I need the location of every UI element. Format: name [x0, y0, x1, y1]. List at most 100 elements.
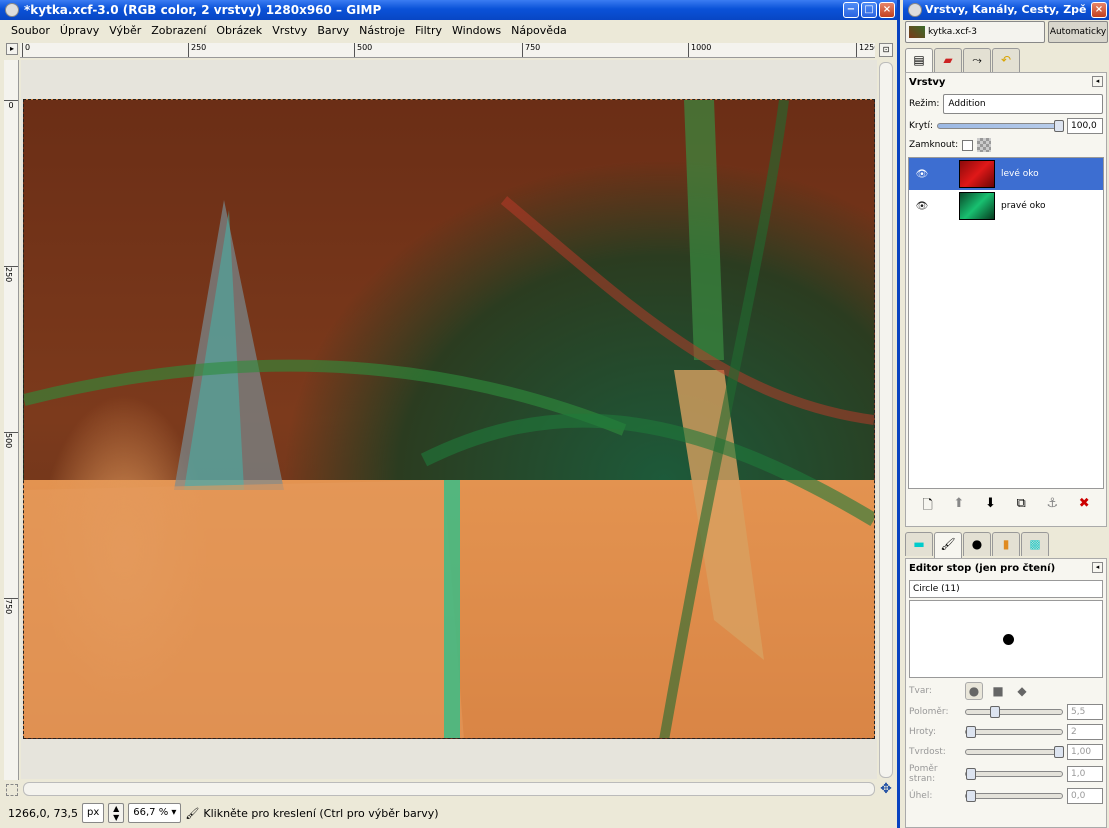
fg-bg-color-tab-icon[interactable]: ▬	[905, 532, 933, 556]
param-value[interactable]: 1,0	[1067, 766, 1103, 782]
layers-panel-title: Vrstvy	[909, 77, 946, 88]
menu-barvy[interactable]: Barvy	[312, 24, 354, 37]
lock-alpha-icon[interactable]	[977, 138, 992, 152]
ruler-label: 0	[4, 100, 18, 110]
dock-titlebar[interactable]: Vrstvy, Kanály, Cesty, Zpě ×	[903, 0, 1109, 20]
param-label: Úhel:	[909, 791, 933, 801]
mode-label: Režim:	[909, 99, 940, 109]
delete-layer-icon[interactable]: ✖	[1079, 496, 1090, 518]
ruler-label: 750	[4, 598, 18, 614]
horizontal-scrollbar[interactable]	[23, 782, 875, 796]
layer-mode-select[interactable]: Addition	[943, 94, 1103, 114]
opacity-slider[interactable]	[937, 120, 1064, 132]
zoom-fit-icon[interactable]: ⊡	[879, 43, 893, 57]
gimp-app-icon[interactable]	[908, 3, 922, 17]
menu-zobrazeni[interactable]: Zobrazení	[146, 24, 211, 37]
layer-thumbnail	[959, 160, 995, 188]
visibility-eye-icon[interactable]: 👁	[915, 201, 929, 212]
brush-preview	[909, 600, 1103, 678]
gradients-tab-icon[interactable]: ▮	[992, 532, 1020, 556]
panel-menu-icon[interactable]: ◂	[1092, 76, 1103, 87]
navigate-icon[interactable]: ✥	[879, 782, 893, 796]
opacity-input[interactable]: 100,0	[1067, 118, 1103, 134]
image-window: *kytka.xcf-3.0 (RGB color, 2 vrstvy) 128…	[0, 0, 900, 828]
new-layer-icon[interactable]: 🗋	[922, 496, 932, 518]
diamond-shape-icon[interactable]: ◆	[1013, 682, 1031, 700]
menu-obrazek[interactable]: Obrázek	[211, 24, 267, 37]
quick-mask-toggle[interactable]	[6, 784, 18, 796]
layer-row[interactable]: 👁 pravé oko	[909, 190, 1103, 222]
param-slider[interactable]	[965, 790, 1063, 802]
param-slider[interactable]	[965, 726, 1063, 738]
image-canvas[interactable]	[23, 99, 875, 739]
brush-editor-panel: Editor stop (jen pro čtení) ◂ Circle (11…	[905, 558, 1107, 828]
pointer-coordinates: 1266,0, 73,5	[8, 806, 78, 820]
raise-layer-icon[interactable]: ⬆	[953, 496, 964, 518]
brush-name-field[interactable]: Circle (11)	[909, 580, 1103, 598]
param-value[interactable]: 5,5	[1067, 704, 1103, 720]
image-thumbnail	[909, 26, 925, 38]
zoom-selector[interactable]: 66,7 % ▾	[128, 803, 182, 823]
shape-label: Tvar:	[909, 686, 932, 696]
minimize-button[interactable]: −	[843, 2, 859, 18]
brush-editor-title: Editor stop (jen pro čtení)	[909, 563, 1056, 574]
horizontal-ruler[interactable]: 0 250 500 750 1000 1250	[20, 43, 875, 58]
square-shape-icon[interactable]: ■	[989, 682, 1007, 700]
menu-nastroje[interactable]: Nástroje	[354, 24, 410, 37]
ruler-label: 250	[188, 43, 206, 57]
menu-napoveda[interactable]: Nápověda	[506, 24, 572, 37]
ruler-label: 0	[22, 43, 30, 57]
image-window-titlebar[interactable]: *kytka.xcf-3.0 (RGB color, 2 vrstvy) 128…	[0, 0, 897, 20]
channels-tab-icon[interactable]: ▰	[934, 48, 962, 72]
mode-value: Addition	[948, 99, 986, 109]
unit-spin[interactable]: ▲ ▼	[108, 803, 125, 823]
lower-layer-icon[interactable]: ⬇	[985, 496, 996, 518]
paths-tab-icon[interactable]: ⤳	[963, 48, 991, 72]
undo-tab-icon[interactable]: ↶	[992, 48, 1020, 72]
layer-row[interactable]: 👁 levé oko	[909, 158, 1103, 190]
param-slider[interactable]	[965, 706, 1063, 718]
brush-editor-tab-icon[interactable]: 🖌	[934, 532, 962, 558]
param-value[interactable]: 1,00	[1067, 744, 1103, 760]
auto-button[interactable]: Automaticky	[1048, 21, 1108, 43]
gimp-app-icon[interactable]	[5, 3, 19, 17]
menu-filtry[interactable]: Filtry	[410, 24, 447, 37]
param-slider[interactable]	[965, 768, 1063, 780]
visibility-eye-icon[interactable]: 👁	[915, 169, 929, 180]
palette-tab-icon[interactable]: ▩	[1021, 532, 1049, 556]
circle-shape-icon[interactable]: ●	[965, 682, 983, 700]
dock-close-button[interactable]: ×	[1091, 2, 1107, 18]
param-label: Tvrdost:	[909, 747, 946, 757]
menu-soubor[interactable]: Soubor	[6, 24, 55, 37]
image-selector[interactable]: kytka.xcf-3	[905, 21, 1045, 43]
layers-tab-icon[interactable]: ▤	[905, 48, 933, 74]
vertical-ruler[interactable]: 0 250 500 750	[4, 60, 19, 780]
maximize-button[interactable]: □	[861, 2, 877, 18]
duplicate-layer-icon[interactable]: ⧉	[1017, 496, 1026, 518]
param-value[interactable]: 2	[1067, 724, 1103, 740]
image-selector-value: kytka.xcf-3	[928, 27, 977, 37]
menu-windows[interactable]: Windows	[447, 24, 506, 37]
menu-upravy[interactable]: Úpravy	[55, 24, 104, 37]
param-slider[interactable]	[965, 746, 1064, 758]
unit-value: px	[86, 807, 100, 818]
lock-label: Zamknout:	[909, 140, 959, 150]
menu-vrstvy[interactable]: Vrstvy	[267, 24, 312, 37]
layer-name: levé oko	[1001, 169, 1039, 179]
close-button[interactable]: ×	[879, 2, 895, 18]
lock-pixels-checkbox[interactable]	[962, 139, 974, 151]
dock-title: Vrstvy, Kanály, Cesty, Zpě	[925, 3, 1087, 16]
anchor-layer-icon[interactable]: ⚓	[1046, 496, 1058, 518]
opacity-label: Krytí:	[909, 121, 933, 131]
canvas-area[interactable]	[21, 60, 877, 779]
brushes-tab-icon[interactable]: ●	[963, 532, 991, 556]
layers-list: 👁 levé oko 👁 pravé oko	[908, 157, 1104, 489]
unit-selector[interactable]: px	[81, 803, 105, 823]
layers-panel: Vrstvy ◂ Režim: Addition Krytí: 100,0 Za…	[905, 72, 1107, 527]
window-title: *kytka.xcf-3.0 (RGB color, 2 vrstvy) 128…	[24, 3, 382, 17]
menu-vyber[interactable]: Výběr	[104, 24, 146, 37]
image-menu-arrow-icon[interactable]: ▸	[6, 43, 18, 55]
param-value[interactable]: 0,0	[1067, 788, 1103, 804]
panel-menu-icon[interactable]: ◂	[1092, 562, 1103, 573]
vertical-scrollbar[interactable]	[879, 62, 893, 778]
